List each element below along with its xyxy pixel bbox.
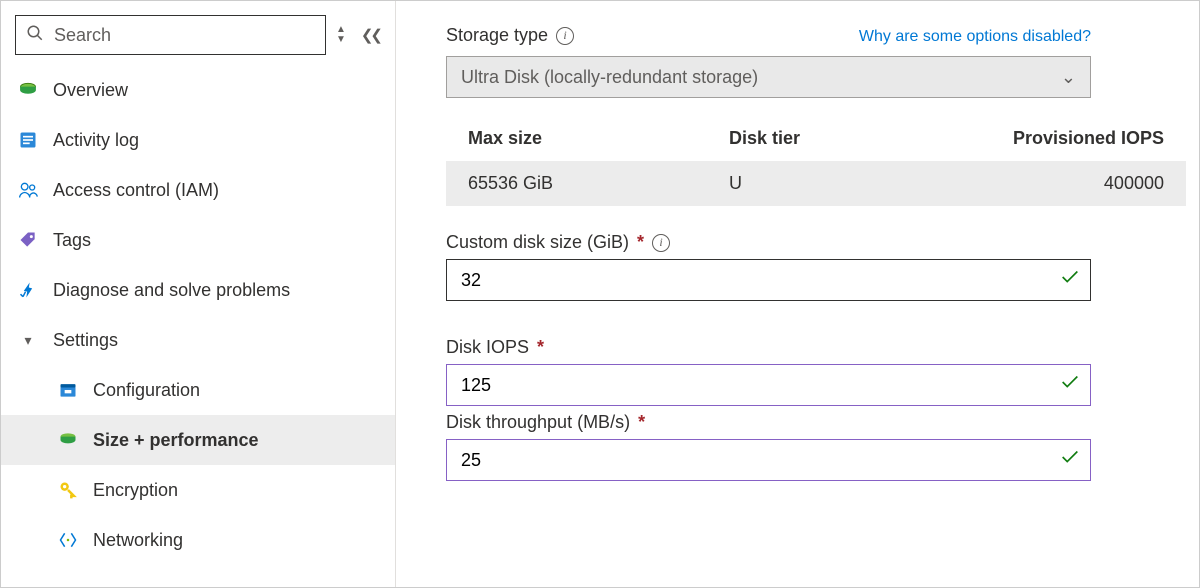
chevron-down-icon: ⌄: [1061, 67, 1076, 88]
sidebar-label: Size + performance: [93, 430, 259, 451]
cell-max-size: 65536 GiB: [468, 173, 729, 194]
sidebar-label: Settings: [53, 330, 118, 351]
custom-size-label-row: Custom disk size (GiB) * i: [446, 232, 1191, 253]
diagnose-icon: [17, 280, 39, 300]
search-input[interactable]: [54, 25, 315, 46]
search-box[interactable]: [15, 15, 326, 55]
sidebar-item-encryption[interactable]: Encryption: [1, 465, 395, 515]
col-provisioned-iops: Provisioned IOPS: [947, 128, 1165, 149]
valid-check-icon: [1059, 371, 1081, 399]
tier-table-header: Max size Disk tier Provisioned IOPS: [446, 116, 1186, 161]
encryption-icon: [57, 480, 79, 500]
disk-icon: [57, 430, 79, 450]
configuration-icon: [57, 380, 79, 400]
col-disk-tier: Disk tier: [729, 128, 947, 149]
sidebar-label: Networking: [93, 530, 183, 551]
sidebar-item-networking[interactable]: Networking: [1, 515, 395, 565]
search-row: ▲▼ ❮❮: [1, 1, 395, 65]
valid-check-icon: [1059, 266, 1081, 294]
iam-icon: [17, 180, 39, 200]
expand-collapse-icon[interactable]: ▲▼: [336, 26, 346, 44]
sidebar-item-overview[interactable]: Overview: [1, 65, 395, 115]
required-marker: *: [537, 337, 544, 358]
disk-throughput-label: Disk throughput (MB/s): [446, 412, 630, 433]
storage-type-value: Ultra Disk (locally-redundant storage): [461, 67, 758, 88]
custom-size-field: [446, 259, 1091, 301]
required-marker: *: [638, 412, 645, 433]
tier-table-row[interactable]: 65536 GiB U 400000: [446, 161, 1186, 206]
sidebar-label: Activity log: [53, 130, 139, 151]
required-marker: *: [637, 232, 644, 253]
sidebar-label: Tags: [53, 230, 91, 251]
sidebar-item-tags[interactable]: Tags: [1, 215, 395, 265]
info-icon[interactable]: i: [556, 27, 574, 45]
custom-size-input[interactable]: [446, 259, 1091, 301]
storage-type-label: Storage type: [446, 25, 548, 46]
sidebar-item-configuration[interactable]: Configuration: [1, 365, 395, 415]
sidebar-label: Overview: [53, 80, 128, 101]
col-max-size: Max size: [468, 128, 729, 149]
networking-icon: [57, 530, 79, 550]
disk-iops-input[interactable]: [446, 364, 1091, 406]
sidebar-label: Configuration: [93, 380, 200, 401]
custom-size-label: Custom disk size (GiB): [446, 232, 629, 253]
sidebar-label: Encryption: [93, 480, 178, 501]
disk-iops-field: [446, 364, 1091, 406]
tags-icon: [17, 230, 39, 250]
sidebar-label: Access control (IAM): [53, 180, 219, 201]
disk-iops-label: Disk IOPS: [446, 337, 529, 358]
valid-check-icon: [1059, 446, 1081, 474]
main-content: Storage type i Why are some options disa…: [396, 1, 1199, 587]
sidebar-item-iam[interactable]: Access control (IAM): [1, 165, 395, 215]
disk-throughput-label-row: Disk throughput (MB/s) *: [446, 412, 1191, 433]
storage-type-label-row: Storage type i: [446, 25, 574, 46]
sidebar-item-diagnose[interactable]: Diagnose and solve problems: [1, 265, 395, 315]
tier-table: Max size Disk tier Provisioned IOPS 6553…: [446, 116, 1186, 206]
info-icon[interactable]: i: [652, 234, 670, 252]
overview-icon: [17, 80, 39, 100]
why-disabled-link[interactable]: Why are some options disabled?: [859, 28, 1091, 46]
sidebar-group-settings[interactable]: ▾ Settings: [1, 315, 395, 365]
sidebar: ▲▼ ❮❮ Overview Activity log Access contr…: [1, 1, 396, 587]
sidebar-label: Diagnose and solve problems: [53, 280, 290, 301]
collapse-sidebar-icon[interactable]: ❮❮: [356, 26, 385, 44]
cell-provisioned-iops: 400000: [947, 173, 1165, 194]
disk-throughput-input[interactable]: [446, 439, 1091, 481]
storage-type-select: Ultra Disk (locally-redundant storage) ⌄: [446, 56, 1091, 98]
disk-throughput-field: [446, 439, 1091, 481]
sidebar-item-size-performance[interactable]: Size + performance: [1, 415, 395, 465]
disk-iops-label-row: Disk IOPS *: [446, 337, 1191, 358]
activity-log-icon: [17, 130, 39, 150]
search-icon: [26, 24, 44, 47]
chevron-down-icon: ▾: [17, 332, 39, 349]
sidebar-item-activity-log[interactable]: Activity log: [1, 115, 395, 165]
cell-disk-tier: U: [729, 173, 947, 194]
